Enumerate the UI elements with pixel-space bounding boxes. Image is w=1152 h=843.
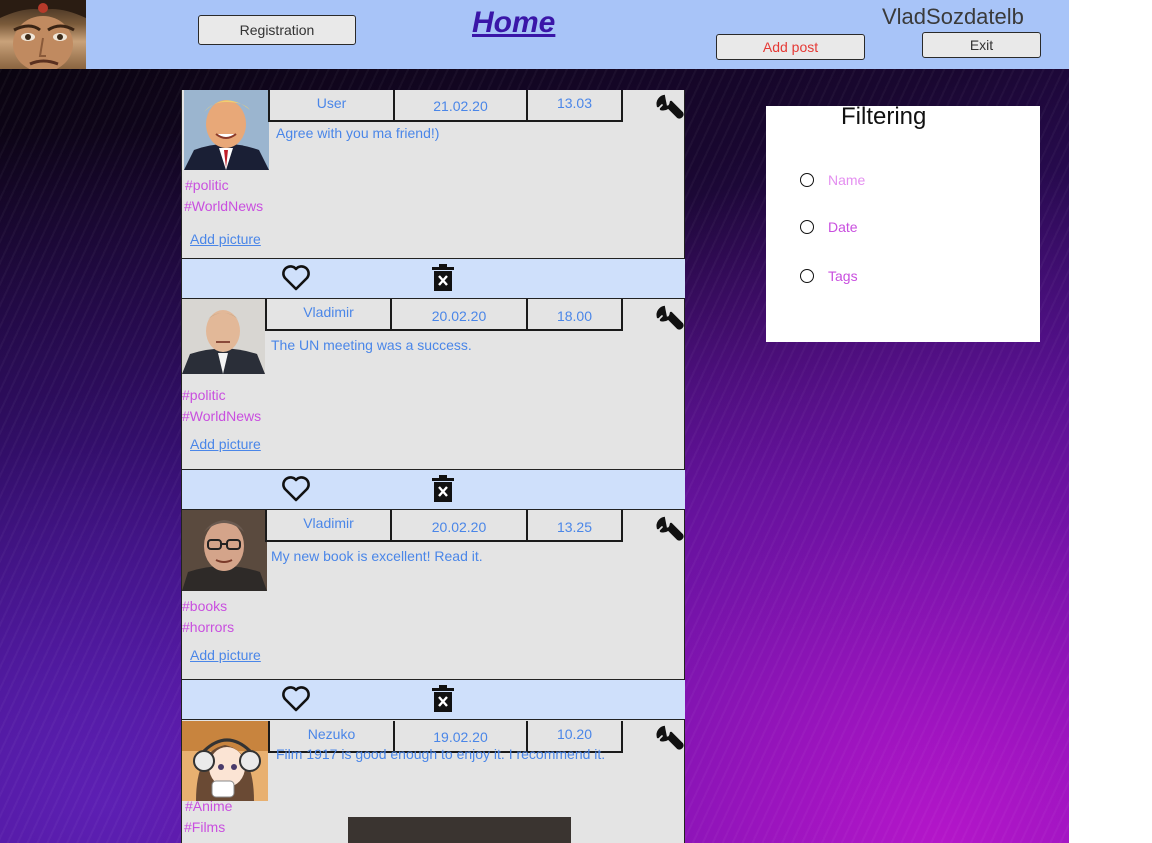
post-text: The UN meeting was a success. — [271, 337, 472, 353]
home-link[interactable]: Home — [472, 6, 555, 40]
post-picture — [348, 817, 571, 843]
trash-icon[interactable] — [431, 475, 455, 503]
post-time: 18.00 — [528, 299, 623, 331]
trash-icon[interactable] — [431, 264, 455, 292]
post-card: User 21.02.20 13.03 Agree with you ma fr… — [182, 90, 685, 258]
post-tag[interactable]: #Films — [184, 819, 225, 835]
post-text: Agree with you ma friend!) — [276, 125, 440, 141]
post-actions — [182, 258, 685, 299]
post-actions — [182, 469, 685, 510]
author-avatar — [182, 299, 265, 374]
post-tag[interactable]: #WorldNews — [184, 198, 263, 214]
add-picture-link[interactable]: Add picture — [190, 647, 261, 663]
radio-button[interactable] — [800, 269, 814, 283]
radio-button[interactable] — [800, 220, 814, 234]
post-author: User — [268, 90, 395, 122]
post-tag[interactable]: #Anime — [185, 798, 232, 814]
current-username: VladSozdatelb — [882, 4, 1024, 29]
trash-icon[interactable] — [431, 685, 455, 713]
filter-panel: Filtering Name Date Tags — [766, 103, 1040, 342]
post-actions — [182, 679, 685, 720]
post-date: 20.02.20 — [392, 510, 528, 542]
post-card: Nezuko 19.02.20 10.20 Film 1917 is good … — [182, 721, 685, 843]
site-logo-portrait — [0, 0, 86, 69]
post-card: Vladimir 20.02.20 13.25 My new book is e… — [182, 510, 685, 680]
post-author: Vladimir — [265, 510, 392, 542]
author-avatar — [182, 721, 268, 801]
radio-button[interactable] — [800, 173, 814, 187]
post-date: 20.02.20 — [392, 299, 528, 331]
post-tag[interactable]: #WorldNews — [182, 408, 261, 424]
wrench-icon[interactable] — [655, 725, 685, 755]
filter-option-label: Name — [828, 172, 866, 188]
wrench-icon[interactable] — [655, 94, 685, 124]
post-time: 13.25 — [528, 510, 623, 542]
add-picture-link[interactable]: Add picture — [190, 231, 261, 247]
author-avatar — [182, 510, 267, 591]
filter-title: Filtering — [841, 103, 927, 130]
filter-option-label: Date — [828, 219, 858, 235]
post-date: 21.02.20 — [395, 90, 528, 122]
add-picture-link[interactable]: Add picture — [190, 436, 261, 452]
wrench-icon[interactable] — [655, 305, 685, 335]
post-tag[interactable]: #politic — [182, 387, 226, 403]
author-avatar — [184, 90, 269, 170]
exit-button[interactable]: Exit — [922, 32, 1041, 58]
post-tag[interactable]: #politic — [185, 177, 229, 193]
registration-button[interactable]: Registration — [198, 15, 356, 45]
post-tag[interactable]: #books — [182, 598, 227, 614]
post-feed: User 21.02.20 13.03 Agree with you ma fr… — [181, 90, 685, 843]
post-time: 13.03 — [528, 90, 623, 122]
post-author: Vladimir — [265, 299, 392, 331]
filter-option-label: Tags — [828, 268, 858, 284]
heart-icon[interactable] — [281, 263, 311, 293]
post-text: My new book is excellent! Read it. — [271, 548, 483, 564]
heart-icon[interactable] — [281, 474, 311, 504]
post-text: Film 1917 is good enough to enjoy it. I … — [276, 746, 606, 762]
wrench-icon[interactable] — [655, 516, 685, 546]
post-card: Vladimir 20.02.20 18.00 The UN meeting w… — [182, 299, 685, 470]
post-tag[interactable]: #horrors — [182, 619, 234, 635]
heart-icon[interactable] — [281, 684, 311, 714]
add-post-button[interactable]: Add post — [716, 34, 865, 60]
header-bar: Registration Home VladSozdatelb Add post… — [0, 0, 1069, 69]
